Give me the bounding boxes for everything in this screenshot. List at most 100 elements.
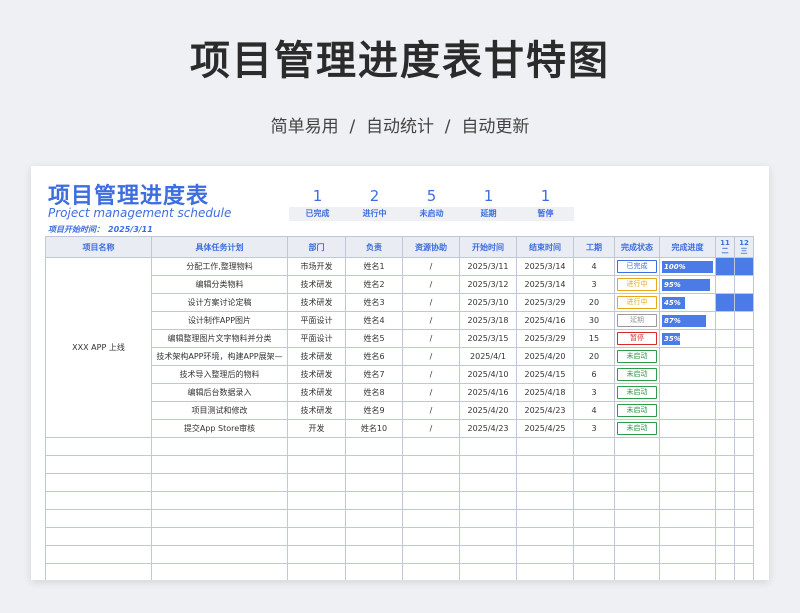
gantt-cell[interactable] xyxy=(734,257,754,276)
empty-cell[interactable] xyxy=(45,509,152,528)
gantt-cell[interactable] xyxy=(734,293,754,312)
empty-cell[interactable] xyxy=(573,545,615,564)
empty-cell[interactable] xyxy=(45,473,152,492)
end-date-cell[interactable]: 2025/3/29 xyxy=(516,329,574,348)
empty-cell[interactable] xyxy=(659,437,716,456)
empty-row[interactable] xyxy=(45,545,754,564)
start-date-cell[interactable]: 2025/4/1 xyxy=(459,347,517,366)
start-date-cell[interactable]: 2025/3/11 xyxy=(459,257,517,276)
table-row[interactable]: 编辑整理图片文字物料并分类 平面设计 姓名5/2025/3/15 2025/3/29 1… xyxy=(46,329,754,348)
empty-cell[interactable] xyxy=(573,473,615,492)
task-cell[interactable]: 项目测试和修改 xyxy=(151,401,288,420)
empty-cell[interactable] xyxy=(287,545,346,564)
status-cell[interactable]: 未启动 xyxy=(614,365,660,384)
empty-cell[interactable] xyxy=(614,473,660,492)
empty-row[interactable] xyxy=(45,563,754,580)
gantt-cell[interactable] xyxy=(734,311,754,330)
resource-cell[interactable]: / xyxy=(402,365,460,384)
task-cell[interactable]: 设计方案讨论定稿 xyxy=(151,293,288,312)
empty-cell[interactable] xyxy=(734,527,754,546)
progress-cell[interactable]: 87% xyxy=(659,311,716,330)
empty-cell[interactable] xyxy=(715,527,735,546)
empty-cell[interactable] xyxy=(287,473,346,492)
empty-cell[interactable] xyxy=(715,491,735,510)
empty-cell[interactable] xyxy=(516,527,574,546)
empty-cell[interactable] xyxy=(287,527,346,546)
duration-cell[interactable]: 30 xyxy=(573,311,615,330)
empty-cell[interactable] xyxy=(659,509,716,528)
duration-cell[interactable]: 3 xyxy=(573,419,615,438)
progress-cell[interactable] xyxy=(659,419,716,438)
status-cell[interactable]: 延期 xyxy=(614,311,660,330)
empty-cell[interactable] xyxy=(614,509,660,528)
empty-cell[interactable] xyxy=(459,527,517,546)
empty-cell[interactable] xyxy=(345,491,403,510)
owner-cell[interactable]: 姓名3 xyxy=(345,293,403,312)
empty-cell[interactable] xyxy=(573,527,615,546)
table-row[interactable]: 设计方案讨论定稿 技术研发 姓名3/2025/3/10 2025/3/29 20 进行中 4… xyxy=(46,293,754,312)
status-cell[interactable]: 已完成 xyxy=(614,257,660,276)
duration-cell[interactable]: 4 xyxy=(573,401,615,420)
owner-cell[interactable]: 姓名2 xyxy=(345,275,403,294)
owner-cell[interactable]: 姓名10 xyxy=(345,419,403,438)
empty-row[interactable] xyxy=(45,473,754,492)
duration-cell[interactable]: 4 xyxy=(573,257,615,276)
table-row[interactable]: 项目测试和修改 技术研发 姓名9/2025/4/20 2025/4/23 4 未启动 xyxy=(46,401,754,420)
gantt-cell[interactable] xyxy=(734,383,754,402)
empty-cell[interactable] xyxy=(345,545,403,564)
resource-cell[interactable]: / xyxy=(402,419,460,438)
empty-cell[interactable] xyxy=(402,473,460,492)
empty-row[interactable] xyxy=(45,527,754,546)
empty-cell[interactable] xyxy=(516,563,574,580)
empty-cell[interactable] xyxy=(573,491,615,510)
progress-cell[interactable]: 45% xyxy=(659,293,716,312)
resource-cell[interactable]: / xyxy=(402,347,460,366)
empty-cell[interactable] xyxy=(345,509,403,528)
resource-cell[interactable]: / xyxy=(402,383,460,402)
empty-cell[interactable] xyxy=(573,509,615,528)
empty-row[interactable] xyxy=(45,455,754,474)
empty-cell[interactable] xyxy=(516,545,574,564)
empty-cell[interactable] xyxy=(151,527,288,546)
duration-cell[interactable]: 20 xyxy=(573,347,615,366)
gantt-cell[interactable] xyxy=(734,275,754,294)
owner-cell[interactable]: 姓名5 xyxy=(345,329,403,348)
empty-cell[interactable] xyxy=(614,491,660,510)
status-cell[interactable]: 未启动 xyxy=(614,347,660,366)
status-cell[interactable]: 未启动 xyxy=(614,401,660,420)
end-date-cell[interactable]: 2025/3/14 xyxy=(516,257,574,276)
empty-row[interactable] xyxy=(45,437,754,456)
empty-cell[interactable] xyxy=(287,563,346,580)
end-date-cell[interactable]: 2025/4/25 xyxy=(516,419,574,438)
empty-cell[interactable] xyxy=(45,437,152,456)
status-cell[interactable]: 未启动 xyxy=(614,383,660,402)
end-date-cell[interactable]: 2025/4/15 xyxy=(516,365,574,384)
duration-cell[interactable]: 20 xyxy=(573,293,615,312)
end-date-cell[interactable]: 2025/4/18 xyxy=(516,383,574,402)
start-date-cell[interactable]: 2025/3/15 xyxy=(459,329,517,348)
empty-cell[interactable] xyxy=(659,455,716,474)
empty-cell[interactable] xyxy=(659,563,716,580)
task-cell[interactable]: 编辑后台数据录入 xyxy=(151,383,288,402)
empty-row[interactable] xyxy=(45,491,754,510)
empty-cell[interactable] xyxy=(614,563,660,580)
table-row[interactable]: 编辑后台数据录入 技术研发 姓名8/2025/4/16 2025/4/18 3 未启动 xyxy=(46,383,754,402)
empty-cell[interactable] xyxy=(614,437,660,456)
empty-cell[interactable] xyxy=(715,437,735,456)
empty-cell[interactable] xyxy=(715,455,735,474)
progress-cell[interactable] xyxy=(659,401,716,420)
empty-cell[interactable] xyxy=(345,473,403,492)
empty-cell[interactable] xyxy=(516,455,574,474)
gantt-cell[interactable] xyxy=(715,383,735,402)
empty-cell[interactable] xyxy=(614,527,660,546)
table-row[interactable]: 提交App Store审核 开发 姓名10/2025/4/23 2025/4/25 3 未… xyxy=(46,419,754,438)
empty-cell[interactable] xyxy=(45,491,152,510)
empty-cell[interactable] xyxy=(45,545,152,564)
empty-cell[interactable] xyxy=(573,455,615,474)
empty-cell[interactable] xyxy=(287,509,346,528)
progress-cell[interactable]: 100% xyxy=(659,257,716,276)
task-cell[interactable]: 设计制作APP图片 xyxy=(151,311,288,330)
resource-cell[interactable]: / xyxy=(402,401,460,420)
empty-cell[interactable] xyxy=(516,509,574,528)
task-cell[interactable]: 技术架构APP环境，构建APP展架— xyxy=(151,347,288,366)
